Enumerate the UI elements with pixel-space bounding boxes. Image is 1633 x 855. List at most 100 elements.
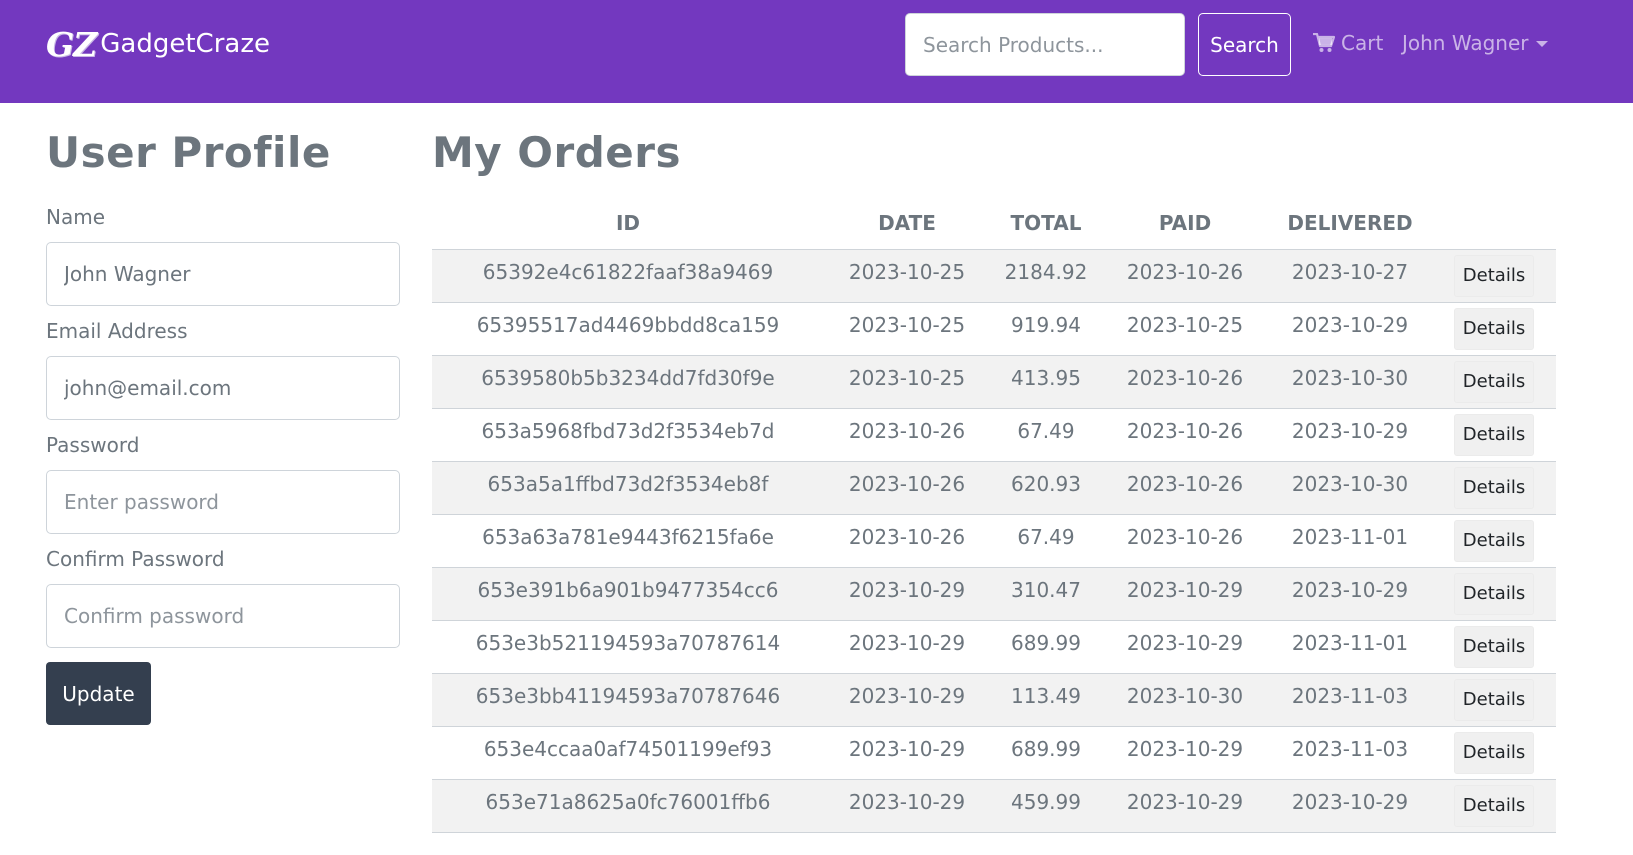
order-action-cell: Details — [1432, 620, 1556, 673]
order-action-cell: Details — [1432, 726, 1556, 779]
order-date-cell: 2023-10-29 — [848, 630, 966, 655]
order-total-cell: 310.47 — [1011, 577, 1081, 602]
order-id-cell: 653e4ccaa0af74501199ef93 — [483, 736, 773, 761]
caret-down-icon — [1535, 41, 1548, 47]
order-action-cell: Details — [1432, 673, 1556, 726]
details-button[interactable]: Details — [1454, 413, 1534, 456]
header-id: ID — [615, 211, 641, 235]
order-paid-cell: 2023-10-25 — [1126, 312, 1244, 337]
details-button[interactable]: Details — [1454, 466, 1534, 509]
order-date-cell: 2023-10-26 — [848, 524, 966, 549]
order-id-cell: 653e391b6a901b9477354cc6 — [477, 577, 779, 602]
header-action — [1432, 207, 1556, 249]
order-total-cell: 67.49 — [1017, 418, 1075, 443]
confirm-password-label: Confirm Password — [46, 547, 225, 571]
table-row: 653a5968fbd73d2f3534eb7d 2023-10-26 67.49 2… — [432, 408, 1556, 461]
order-date-cell: 2023-10-29 — [848, 736, 966, 761]
order-action-cell: Details — [1432, 355, 1556, 408]
details-button[interactable]: Details — [1454, 731, 1534, 774]
order-paid-cell: 2023-10-29 — [1126, 577, 1244, 602]
order-total-cell: 919.94 — [1011, 312, 1081, 337]
table-row: 653e391b6a901b9477354cc6 2023-10-29 310.47… — [432, 567, 1556, 620]
order-total-cell: 689.99 — [1011, 630, 1081, 655]
brand-logo: GZ — [46, 24, 97, 64]
details-button[interactable]: Details — [1454, 572, 1534, 615]
user-menu-toggle[interactable]: John Wagner — [1402, 26, 1548, 60]
table-row: 653a63a781e9443f6215fa6e 2023-10-26 67.49 2… — [432, 514, 1556, 567]
order-id-cell: 653a5a1ffbd73d2f3534eb8f — [487, 471, 769, 496]
order-delivered-cell: 2023-11-01 — [1291, 630, 1409, 655]
details-button[interactable]: Details — [1454, 307, 1534, 350]
order-paid-cell: 2023-10-29 — [1126, 736, 1244, 761]
shopping-cart-icon — [1313, 33, 1335, 52]
details-button[interactable]: Details — [1454, 519, 1534, 562]
email-field[interactable] — [46, 356, 400, 420]
header-delivered: DELIVERED — [1287, 211, 1413, 235]
order-total-cell: 2184.92 — [1004, 259, 1088, 284]
order-delivered-cell: 2023-10-29 — [1291, 577, 1409, 602]
table-row: 653e3b521194593a70787614 2023-10-29 689.99… — [432, 620, 1556, 673]
brand-link[interactable]: GZ GadgetCraze — [46, 24, 270, 64]
table-row: 65395517ad4469bbdd8ca159 2023-10-25 919.94… — [432, 302, 1556, 355]
order-delivered-cell: 2023-11-03 — [1291, 736, 1409, 761]
order-delivered-cell: 2023-11-03 — [1291, 683, 1409, 708]
order-date-cell: 2023-10-25 — [848, 259, 966, 284]
confirm-password-field[interactable] — [46, 584, 400, 648]
name-field[interactable] — [46, 242, 400, 306]
order-delivered-cell: 2023-10-29 — [1291, 789, 1409, 814]
search-button[interactable]: Search — [1198, 13, 1291, 76]
cart-link[interactable]: Cart — [1313, 26, 1383, 60]
details-button[interactable]: Details — [1454, 625, 1534, 668]
table-row: 6539580b5b3234dd7fd30f9e 2023-10-25 413.95… — [432, 355, 1556, 408]
orders-section: My Orders ID DATE TOTAL PAID DELIVERED 6… — [432, 128, 1556, 833]
order-action-cell: Details — [1432, 779, 1556, 832]
order-date-cell: 2023-10-26 — [848, 471, 966, 496]
order-total-cell: 620.93 — [1011, 471, 1081, 496]
details-button[interactable]: Details — [1454, 254, 1534, 297]
update-button[interactable]: Update — [46, 662, 151, 725]
order-delivered-cell: 2023-11-01 — [1291, 524, 1409, 549]
order-action-cell: Details — [1432, 567, 1556, 620]
profile-section: User Profile Name Email Address Password… — [46, 128, 400, 725]
order-date-cell: 2023-10-29 — [848, 683, 966, 708]
order-total-cell: 67.49 — [1017, 524, 1075, 549]
order-paid-cell: 2023-10-26 — [1126, 418, 1244, 443]
order-paid-cell: 2023-10-30 — [1126, 683, 1244, 708]
order-id-cell: 653a63a781e9443f6215fa6e — [482, 524, 774, 549]
order-id-cell: 653e71a8625a0fc76001ffb6 — [485, 789, 771, 814]
profile-title: User Profile — [46, 128, 331, 177]
header-total: TOTAL — [1010, 211, 1082, 235]
order-id-cell: 653a5968fbd73d2f3534eb7d — [481, 418, 775, 443]
table-row: 653e71a8625a0fc76001ffb6 2023-10-29 459.99… — [432, 779, 1556, 832]
order-action-cell: Details — [1432, 461, 1556, 514]
order-id-cell: 6539580b5b3234dd7fd30f9e — [481, 365, 775, 390]
order-paid-cell: 2023-10-26 — [1126, 365, 1244, 390]
table-row: 653e4ccaa0af74501199ef93 2023-10-29 689.99… — [432, 726, 1556, 779]
order-action-cell: Details — [1432, 408, 1556, 461]
password-label: Password — [46, 433, 140, 457]
header-date: DATE — [878, 211, 936, 235]
search-input[interactable] — [905, 13, 1185, 76]
table-row: 653a5a1ffbd73d2f3534eb8f 2023-10-26 620.93… — [432, 461, 1556, 514]
table-row: 653e3bb41194593a70787646 2023-10-29 113.49… — [432, 673, 1556, 726]
order-total-cell: 413.95 — [1011, 365, 1081, 390]
order-date-cell: 2023-10-29 — [848, 577, 966, 602]
password-field[interactable] — [46, 470, 400, 534]
order-id-cell: 653e3b521194593a70787614 — [475, 630, 781, 655]
order-action-cell: Details — [1432, 249, 1556, 302]
orders-table: ID DATE TOTAL PAID DELIVERED 65392e4c618… — [432, 207, 1556, 833]
order-paid-cell: 2023-10-29 — [1126, 789, 1244, 814]
order-total-cell: 113.49 — [1011, 683, 1081, 708]
order-total-cell: 689.99 — [1011, 736, 1081, 761]
details-button[interactable]: Details — [1454, 678, 1534, 721]
details-button[interactable]: Details — [1454, 360, 1534, 403]
order-delivered-cell: 2023-10-30 — [1291, 471, 1409, 496]
order-paid-cell: 2023-10-26 — [1126, 524, 1244, 549]
cart-label: Cart — [1341, 31, 1384, 55]
order-delivered-cell: 2023-10-29 — [1291, 418, 1409, 443]
order-id-cell: 65392e4c61822faaf38a9469 — [482, 259, 774, 284]
order-date-cell: 2023-10-29 — [848, 789, 966, 814]
order-delivered-cell: 2023-10-29 — [1291, 312, 1409, 337]
user-name: John Wagner — [1402, 31, 1529, 55]
details-button[interactable]: Details — [1454, 784, 1534, 827]
